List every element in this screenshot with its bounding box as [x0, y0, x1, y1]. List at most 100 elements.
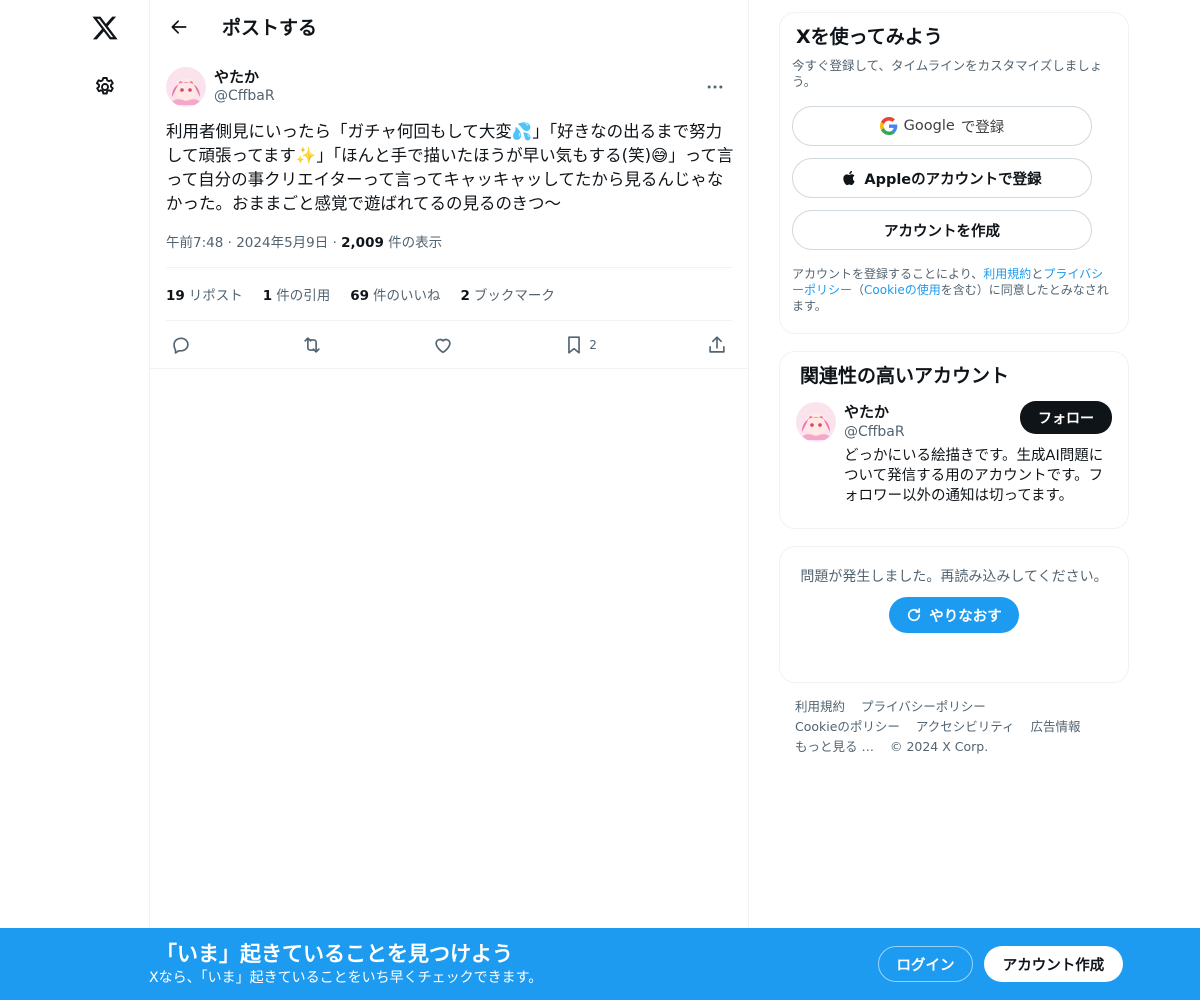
- related-info: やたか @CffbaR フォロー どっかにいる絵描きです。生成AI問題について発…: [844, 401, 1112, 506]
- heart-icon: [435, 338, 451, 353]
- signup-title: Xを使ってみよう: [796, 26, 943, 48]
- follow-button[interactable]: フォロー: [1020, 401, 1112, 434]
- related-handle[interactable]: @CffbaR: [844, 422, 905, 442]
- stats-row: 19 リポスト 1 件の引用 69 件のいいね 2 ブックマーク: [166, 267, 732, 321]
- repost-icon: [304, 336, 320, 353]
- reply-button[interactable]: [170, 328, 192, 362]
- tweet-date[interactable]: 2024年5月9日: [236, 235, 328, 251]
- retry-label: やりなおす: [929, 608, 1002, 625]
- related-account[interactable]: やたか @CffbaR フォロー どっかにいる絵描きです。生成AI問題について発…: [796, 401, 1112, 506]
- create-account-label: アカウントを作成: [884, 223, 1000, 240]
- arrow-left-icon: [171, 19, 187, 34]
- bookmark-count: 2: [589, 337, 597, 352]
- banner-subtitle: Xなら、「いま」起きていることをいち早くチェックできます。: [149, 970, 543, 986]
- reposts-count: 19: [166, 288, 185, 304]
- quotes-stat[interactable]: 1 件の引用: [263, 284, 330, 304]
- footer-links: 利用規約 プライバシーポリシー Cookieのポリシー アクセシビリティ 広告情…: [779, 683, 1129, 757]
- footer-privacy-link[interactable]: プライバシーポリシー: [861, 699, 986, 714]
- tweet-time[interactable]: 午前7:48: [166, 235, 223, 251]
- author-name[interactable]: やたか: [214, 68, 698, 87]
- banner-title: 「いま」起きていることを見つけよう: [156, 942, 513, 966]
- refresh-icon: [908, 608, 921, 622]
- retry-button[interactable]: やりなおす: [889, 597, 1019, 633]
- share-icon: [709, 335, 725, 353]
- login-button[interactable]: ログイン: [878, 946, 973, 982]
- legal-paren: （: [852, 283, 865, 297]
- bookmarks-label: ブックマーク: [473, 288, 555, 304]
- more-button[interactable]: [698, 70, 732, 104]
- avatar-image: [796, 402, 836, 442]
- avatar-image: [166, 67, 206, 107]
- likes-stat[interactable]: 69 件のいいね: [350, 284, 440, 304]
- bookmark-button[interactable]: 2: [563, 328, 597, 362]
- footer-accessibility-link[interactable]: アクセシビリティ: [916, 719, 1015, 734]
- footer-cookie-link[interactable]: Cookieのポリシー: [795, 719, 900, 734]
- signup-subtitle: 今すぐ登録して、タイムラインをカスタマイズしましょう。: [792, 58, 1103, 89]
- footer-more-link[interactable]: もっと見る …: [795, 739, 874, 754]
- like-button[interactable]: [432, 328, 454, 362]
- signup-banner: 「いま」起きていることを見つけよう Xなら、「いま」起きていることをいち早くチェ…: [0, 928, 1200, 1000]
- bookmarks-stat[interactable]: 2 ブックマーク: [461, 284, 555, 304]
- cookie-link[interactable]: Cookieの使用: [864, 283, 941, 297]
- related-title: 関連性の高いアカウント: [800, 365, 1010, 387]
- settings-button[interactable]: [80, 62, 130, 112]
- actions-row: 2: [166, 321, 732, 368]
- copyright: © 2024 X Corp.: [889, 739, 989, 754]
- x-logo-button[interactable]: [80, 3, 130, 53]
- more-dots-icon: [707, 85, 723, 89]
- reposts-label: リポスト: [188, 288, 243, 304]
- author-handle[interactable]: @CffbaR: [214, 87, 698, 106]
- left-rail: [0, 0, 150, 1000]
- tweet: やたか @CffbaR 利用者側見にいったら「ガチャ何回もして大変💦」「好きなの…: [150, 53, 748, 369]
- page-title: ポストする: [222, 17, 318, 39]
- error-card: 問題が発生しました。再読み込みしてください。 やりなおす: [779, 546, 1129, 683]
- author-block: やたか @CffbaR: [214, 68, 698, 106]
- signup-card: Xを使ってみよう 今すぐ登録して、タイムラインをカスタマイズしましょう。 Goo…: [779, 12, 1129, 334]
- create-account-button[interactable]: アカウントを作成: [792, 210, 1092, 250]
- views-count: 2,009: [341, 235, 384, 251]
- reply-icon: [173, 336, 189, 354]
- tweet-header: やたか @CffbaR: [166, 65, 732, 109]
- x-logo-icon: [92, 16, 118, 40]
- quotes-label: 件の引用: [276, 288, 331, 304]
- tweet-text: 利用者側見にいったら「ガチャ何回もして大変💦」「好きなの出るまで努力して頑張って…: [166, 122, 734, 213]
- related-name[interactable]: やたか: [844, 402, 905, 422]
- repost-button[interactable]: [301, 328, 323, 362]
- footer-ads-link[interactable]: 広告情報: [1031, 719, 1081, 734]
- avatar[interactable]: [166, 67, 206, 107]
- error-message: 問題が発生しました。再読み込みしてください。: [800, 569, 1108, 585]
- meta-separator: ·: [332, 235, 342, 251]
- right-sidebar: Xを使ってみよう 今すぐ登録して、タイムラインをカスタマイズしましょう。 Goo…: [779, 12, 1129, 757]
- back-button[interactable]: [162, 10, 196, 44]
- meta-separator: ·: [227, 235, 237, 251]
- likes-count: 69: [350, 288, 369, 304]
- legal-prefix: アカウントを登録することにより、: [792, 267, 984, 281]
- related-accounts-card: 関連性の高いアカウント やたか @CffbaR フォロー どっかにいる絵描きです…: [779, 351, 1129, 529]
- banner-signup-button[interactable]: アカウント作成: [984, 946, 1123, 982]
- apple-icon: [843, 170, 855, 186]
- avatar[interactable]: [796, 402, 836, 442]
- related-bio: どっかにいる絵描きです。生成AI問題について発信する用のアカウントです。フォロワ…: [844, 448, 1104, 504]
- apple-signup-button[interactable]: Appleのアカウントで登録: [792, 158, 1092, 198]
- share-button[interactable]: [706, 328, 728, 362]
- apple-signup-label: Appleのアカウントで登録: [864, 171, 1042, 188]
- quotes-count: 1: [262, 288, 273, 304]
- likes-label: 件のいいね: [373, 288, 441, 304]
- footer-terms-link[interactable]: 利用規約: [795, 699, 845, 714]
- google-suffix: で登録: [960, 119, 1005, 136]
- bookmarks-count: 2: [460, 288, 470, 304]
- main-header: ポストする: [150, 0, 748, 53]
- related-identity: やたか @CffbaR: [844, 402, 905, 442]
- google-signup-button[interactable]: Google で登録: [792, 106, 1092, 146]
- reposts-stat[interactable]: 19 リポスト: [166, 284, 243, 304]
- gear-icon: [95, 77, 114, 95]
- terms-link[interactable]: 利用規約: [983, 267, 1031, 281]
- bookmark-icon: [568, 335, 581, 354]
- related-top: やたか @CffbaR フォロー: [844, 401, 1112, 442]
- legal-and: と: [1031, 267, 1044, 281]
- google-icon: [879, 117, 897, 135]
- tweet-meta: 午前7:48 · 2024年5月9日 · 2,009 件の表示: [166, 233, 732, 253]
- google-brand: Google: [903, 118, 955, 134]
- main-column: ポストする やたか @CffbaR 利用者側見にいったら「ガチャ何回もして大変💦…: [149, 0, 749, 1000]
- page: ポストする やたか @CffbaR 利用者側見にいったら「ガチャ何回もして大変💦…: [0, 0, 1200, 1000]
